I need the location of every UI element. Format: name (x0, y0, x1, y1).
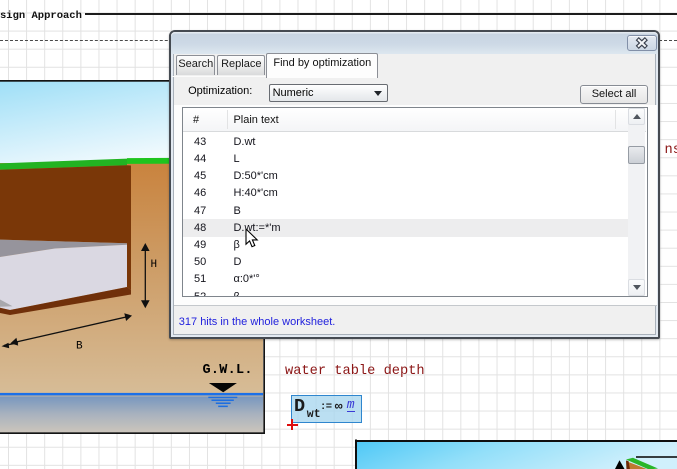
svg-text:G.W.L.: G.W.L. (203, 363, 253, 378)
svg-text:H: H (151, 259, 158, 271)
svg-text:B: B (76, 341, 83, 353)
